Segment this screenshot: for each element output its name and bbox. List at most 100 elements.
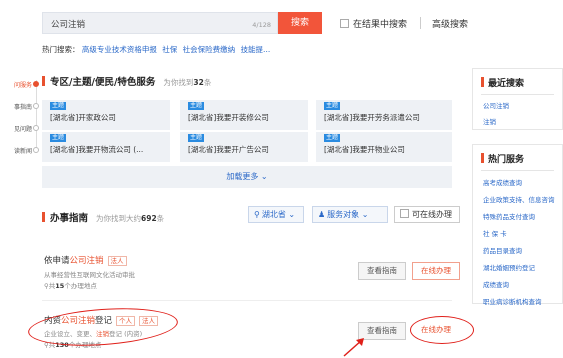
topic-tag: 主题 [324,134,341,142]
count-number: 15 [55,282,65,290]
topic-tag: 主题 [324,102,341,110]
title-accent-bar [481,77,484,87]
rail-dot-icon [33,125,39,131]
online-handle-button[interactable]: 在线办理 [412,262,460,280]
service-target-filter-select[interactable]: ♟ 服务对象 ⌄ [312,206,388,223]
hot-search-link[interactable]: 技能提... [241,45,271,54]
topic-card[interactable]: 主题 [湖北省]我要开物流公司 (... [42,132,170,162]
rail-item-service[interactable]: 问服务 [0,78,40,90]
guide-item-subtitle: 从事经营性互联网文化活动审批 [44,269,135,279]
topic-tag: 主题 [50,102,67,110]
hot-search-link[interactable]: 社保 [162,45,177,54]
divider [420,17,421,29]
annotation-ellipse [410,316,474,344]
topic-card[interactable]: 主题 [湖北省]我要开广告公司 [180,132,308,162]
region-filter-select[interactable]: ⚲ 湖北省 ⌄ [248,206,304,223]
hot-service-link[interactable]: 成绩查询 [473,279,562,289]
topic-card-text: [湖北省]我要开物流公司 (... [50,145,144,154]
title-highlight: 公司注销 [69,256,104,266]
found-prefix: 为你找到 [163,78,194,87]
search-input[interactable]: 公司注销 4/128 [42,12,278,34]
online-only-checkbox[interactable]: 可在线办理 [394,206,460,223]
search-in-results-label: 在结果中搜索 [353,20,408,30]
target-badge: 法人 [107,256,127,266]
location-pin-icon: ⚲ [254,210,260,219]
rail-item-label: 读新闻 [13,148,32,155]
hot-service-link[interactable]: 职业病诊断机构查询 [473,296,562,306]
hot-service-link[interactable]: 高考成绩查询 [473,177,562,187]
rail-item-label: 问服务 [13,82,32,89]
topic-card[interactable]: 主题 [湖北省]我要开装修公司 [180,100,308,130]
guide-item-location-count: ⚲共15个办理地点 [44,280,97,290]
checkbox-icon [340,19,349,28]
search-in-results-checkbox[interactable]: 在结果中搜索 [340,17,407,30]
recent-searches-title-text: 最近搜索 [488,79,525,89]
topic-card-text: [湖北省]开家政公司 [50,113,116,122]
search-input-value: 公司注销 [51,20,86,30]
topic-card-text: [湖北省]我要开广告公司 [188,145,269,154]
annotation-arrow-icon [343,338,364,357]
advanced-search-link[interactable]: 高级搜索 [432,17,468,30]
guide-title-text: 办事指南 [50,213,89,224]
topic-tag: 主题 [188,134,205,142]
topic-card-text: [湖北省]我要开劳务派遣公司 [324,113,420,122]
topic-card-text: [湖北省]我要开物业公司 [324,145,405,154]
chevron-down-icon: ⌄ [361,210,369,219]
topics-section-title: 专区/主题/便民/特色服务 为你找到32条 [42,74,211,88]
recent-search-link[interactable]: 注销 [473,116,562,126]
divider [481,94,554,95]
divider [481,170,554,171]
hot-services-title-text: 热门服务 [488,155,525,165]
section-nav-rail: 问服务 事指南 见问题 读新闻 [0,70,40,160]
rail-line [36,80,37,150]
title-accent-bar [481,153,484,163]
guide-item-title[interactable]: 依申请公司注销 法人 [44,254,127,266]
rail-item-faq[interactable]: 见问题 [0,122,40,134]
topic-card[interactable]: 主题 [湖北省]我要开物业公司 [316,132,452,162]
hot-search-link[interactable]: 社会保险费缴纳 [183,45,236,54]
search-button[interactable]: 搜索 [278,12,322,34]
topic-card[interactable]: 主题 [湖北省]我要开劳务派遣公司 [316,100,452,130]
count-suffix: 个办理地点 [64,282,97,290]
user-icon: ♟ [318,210,326,219]
rail-dot-icon [33,81,39,87]
chevron-down-icon: ⌄ [288,210,296,219]
hot-search-link[interactable]: 高级专业技术资格申报 [82,45,157,54]
hot-searches-label: 热门搜索： [42,45,80,54]
rail-item-news[interactable]: 读新闻 [0,144,40,156]
topics-found-count: 为你找到32条 [163,78,211,87]
view-guide-button[interactable]: 查看指南 [358,262,406,280]
rail-item-guide[interactable]: 事指南 [0,100,40,112]
hot-service-link[interactable]: 药品目录查询 [473,245,562,255]
found-number: 692 [141,214,157,223]
hot-searches: 热门搜索： 高级专业技术资格申报 社保 社会保险费缴纳 技能提... [42,44,273,55]
service-target-filter-value: 服务对象 [327,210,360,219]
title-accent-bar [42,212,45,222]
title-accent-bar [42,76,45,86]
hot-services-panel: 热门服务 高考成绩查询 企业政策支持、信息咨询 特殊药品支付查询 社 保 卡 药… [472,144,563,306]
search-char-count: 4/128 [252,21,271,29]
hot-service-link[interactable]: 湖北婚姻预约登记 [473,262,562,272]
recent-search-link[interactable]: 公司注销 [473,100,562,110]
found-number: 32 [193,78,204,87]
title-part: 依申请 [44,256,70,266]
load-more-button[interactable]: 加载更多 ⌄ [42,166,452,188]
topics-title-text: 专区/主题/便民/特色服务 [50,77,156,88]
topic-card-text: [湖北省]我要开装修公司 [188,113,269,122]
rail-dot-icon [33,147,39,153]
recent-searches-panel: 最近搜索 公司注销 注销 [472,68,563,130]
rail-dot-icon [33,103,39,109]
guide-section-title: 办事指南 为你找到大约692条 [42,210,164,224]
found-prefix: 为你找到大约 [96,214,142,223]
hot-service-link[interactable]: 特殊药品支付查询 [473,211,562,221]
region-filter-value: 湖北省 [261,210,286,219]
hot-services-title: 热门服务 [473,145,562,165]
checkbox-icon [400,209,409,218]
subtitle-part: 从事经营性互联网文化活动审批 [44,271,135,279]
guide-found-count: 为你找到大约692条 [96,214,164,223]
rail-item-label: 见问题 [13,126,32,133]
topic-card[interactable]: 主题 [湖北省]开家政公司 [42,100,170,130]
hot-service-link[interactable]: 企业政策支持、信息咨询 [473,194,562,204]
topic-tag: 主题 [50,134,67,142]
hot-service-link[interactable]: 社 保 卡 [473,228,562,238]
